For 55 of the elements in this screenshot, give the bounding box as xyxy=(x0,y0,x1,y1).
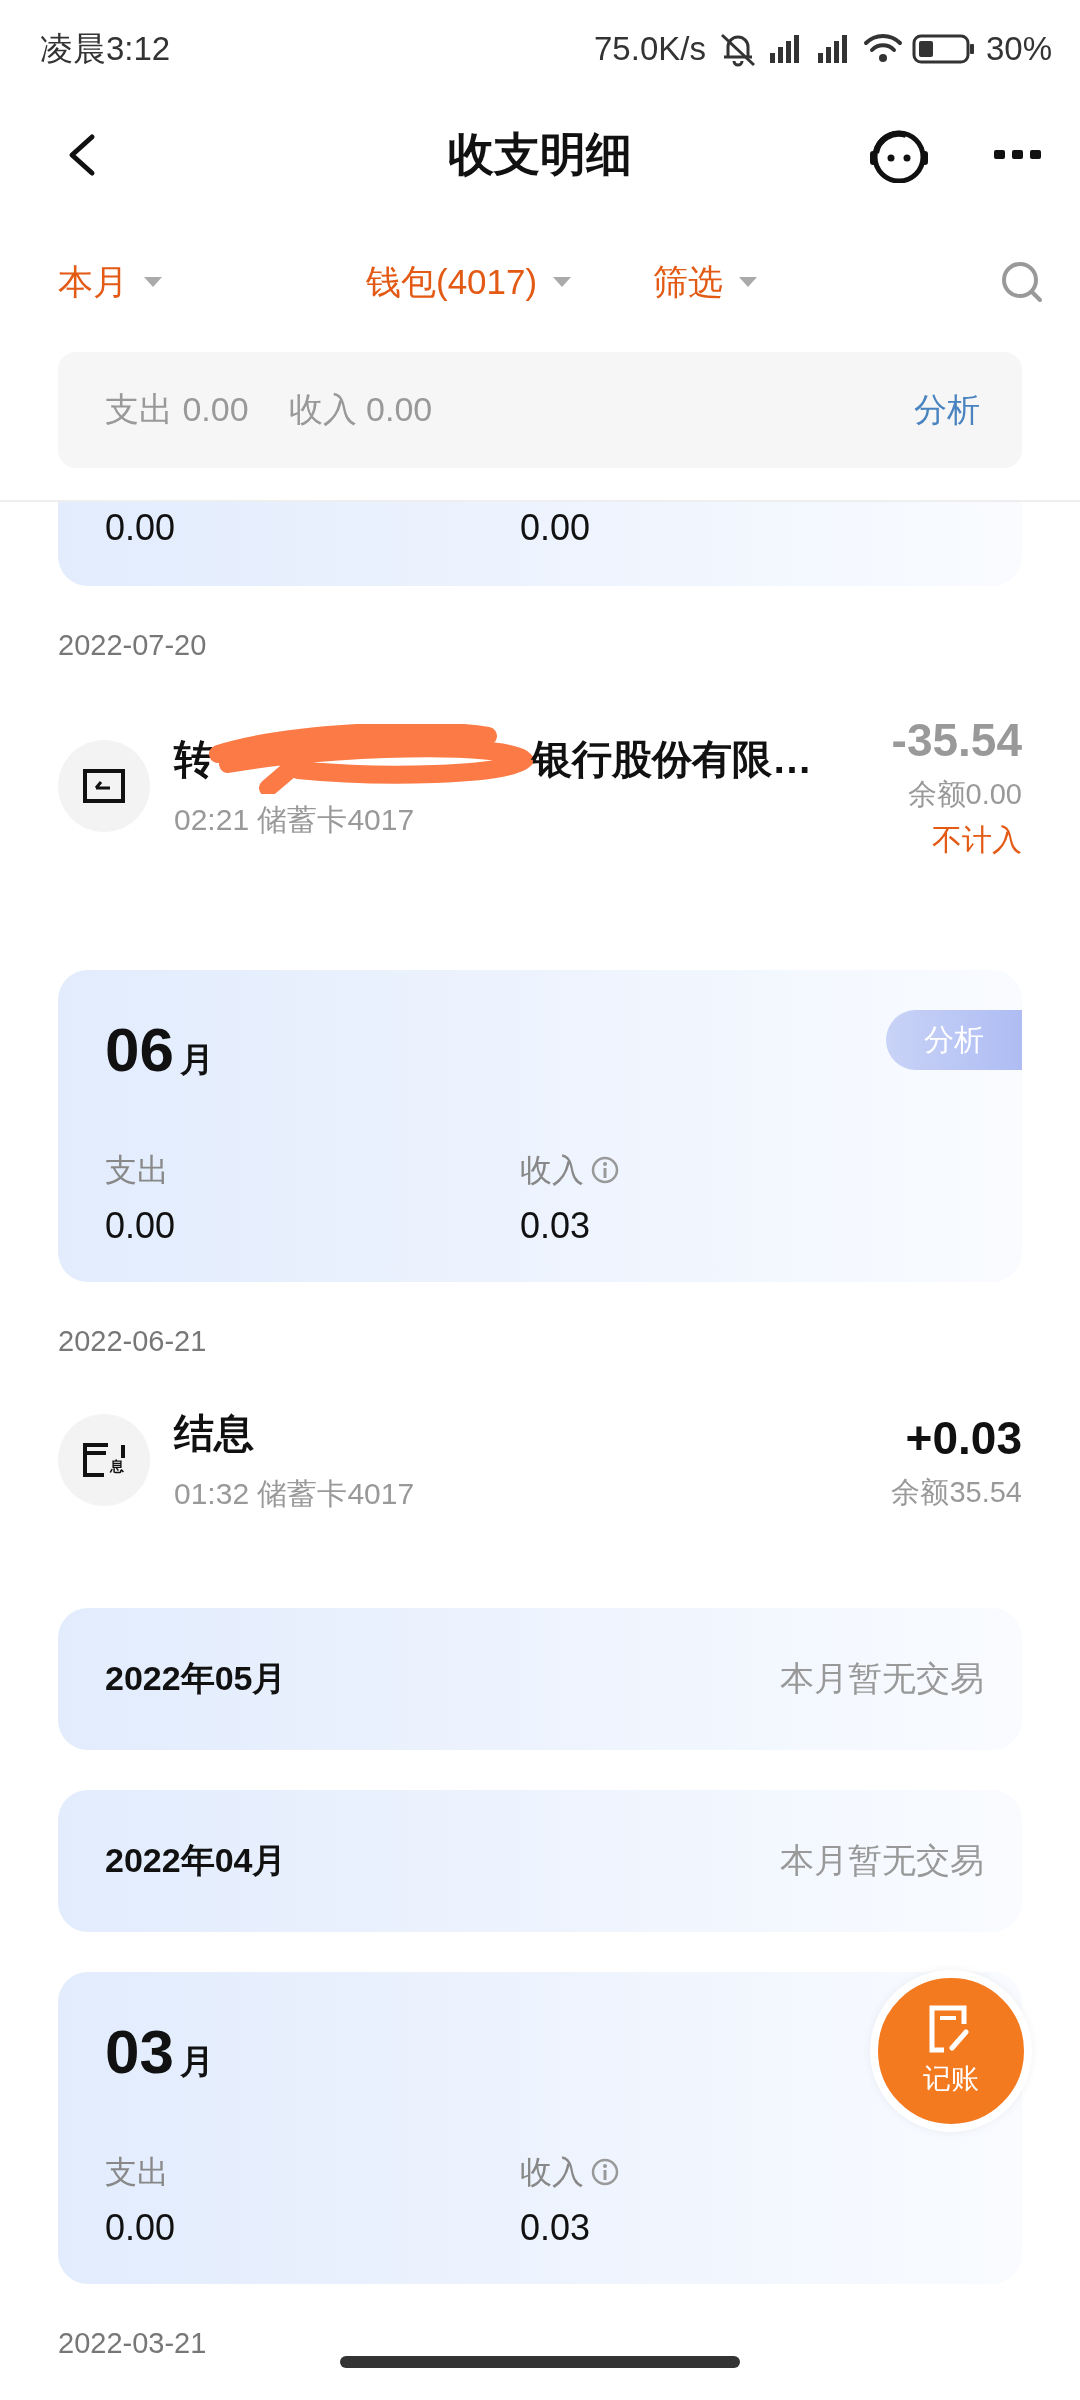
transaction-amount: -35.54 xyxy=(891,713,1022,768)
transaction-amount: +0.03 xyxy=(905,1411,1022,1466)
search-icon[interactable] xyxy=(1000,260,1044,304)
income-amount: 0.03 xyxy=(520,1204,592,1248)
month-unit: 月 xyxy=(179,2041,214,2082)
icon-label: 息 xyxy=(110,1458,124,1476)
expense-total: 支出 0.00 xyxy=(105,389,249,430)
battery-icon xyxy=(911,33,976,65)
battery-percent: 30% xyxy=(985,30,1052,68)
expense-label: 支出 xyxy=(105,1151,170,1190)
card-icon xyxy=(82,1442,126,1478)
date-heading: 2022-03-21 xyxy=(58,2326,208,2361)
transaction-row[interactable]: 转 银行股份有限… 02:21 储蓄卡4017 -35.54 余额0.00 不计入 xyxy=(58,694,1022,878)
date-heading: 2022-06-21 xyxy=(58,1324,208,1359)
income-amount: 0.00 xyxy=(520,506,592,550)
balance-text: 余额35.54 xyxy=(891,1475,1022,1510)
info-icon[interactable] xyxy=(590,1155,620,1185)
status-time: 凌晨3:12 xyxy=(40,28,171,69)
expense-label: 支出 xyxy=(105,2153,170,2192)
empty-note: 本月暂无交易 xyxy=(780,1840,984,1881)
expense-amount: 0.00 xyxy=(105,2206,177,2250)
card-icon xyxy=(82,768,126,804)
month-number: 03 xyxy=(105,2016,174,2087)
info-icon[interactable] xyxy=(590,2157,620,2187)
page-title: 收支明细 xyxy=(447,127,633,182)
expense-amount: 0.00 xyxy=(105,1204,177,1248)
income-amount: 0.03 xyxy=(520,2206,592,2250)
empty-note: 本月暂无交易 xyxy=(780,1658,984,1699)
balance-text: 余额0.00 xyxy=(907,777,1022,812)
month-card[interactable]: 2022年05月 本月暂无交易 xyxy=(58,1608,1022,1750)
month-number: 06 xyxy=(105,1014,174,1085)
filter-dropdown[interactable]: 本月 xyxy=(58,258,164,306)
transaction-details: 02:21 储蓄卡4017 xyxy=(174,802,416,838)
transaction-title: 转 xyxy=(174,735,214,783)
transaction-row[interactable]: 息 结息 01:32 储蓄卡4017 +0.03 余额35.54 xyxy=(58,1390,1022,1530)
transaction-details: 01:32 储蓄卡4017 xyxy=(174,1476,416,1512)
analysis-link[interactable]: 分析 xyxy=(914,387,980,433)
month-title: 2022年05月 xyxy=(105,1658,287,1699)
network-speed: 75.0K/s xyxy=(594,30,706,68)
caret-icon xyxy=(737,275,760,289)
expense-amount: 0.00 xyxy=(105,506,177,550)
month-unit: 月 xyxy=(179,1039,214,1080)
income-total: 收入 0.00 xyxy=(288,389,433,430)
income-label: 收入 xyxy=(520,1151,584,1190)
month-card[interactable]: 2022年04月 本月暂无交易 xyxy=(58,1790,1022,1932)
filter-dropdown[interactable]: 钱包(4017) xyxy=(366,258,574,306)
transaction-title: 银行股份有限… xyxy=(532,735,812,783)
excluded-tag: 不计入 xyxy=(932,820,1022,860)
date-heading: 2022-07-20 xyxy=(58,628,208,663)
income-label: 收入 xyxy=(520,2153,584,2192)
transaction-title: 结息 xyxy=(174,1409,254,1457)
month-title: 2022年04月 xyxy=(105,1840,287,1881)
filter-dropdown[interactable]: 筛选 xyxy=(653,258,760,306)
caret-icon xyxy=(142,275,164,289)
caret-icon xyxy=(551,275,574,289)
